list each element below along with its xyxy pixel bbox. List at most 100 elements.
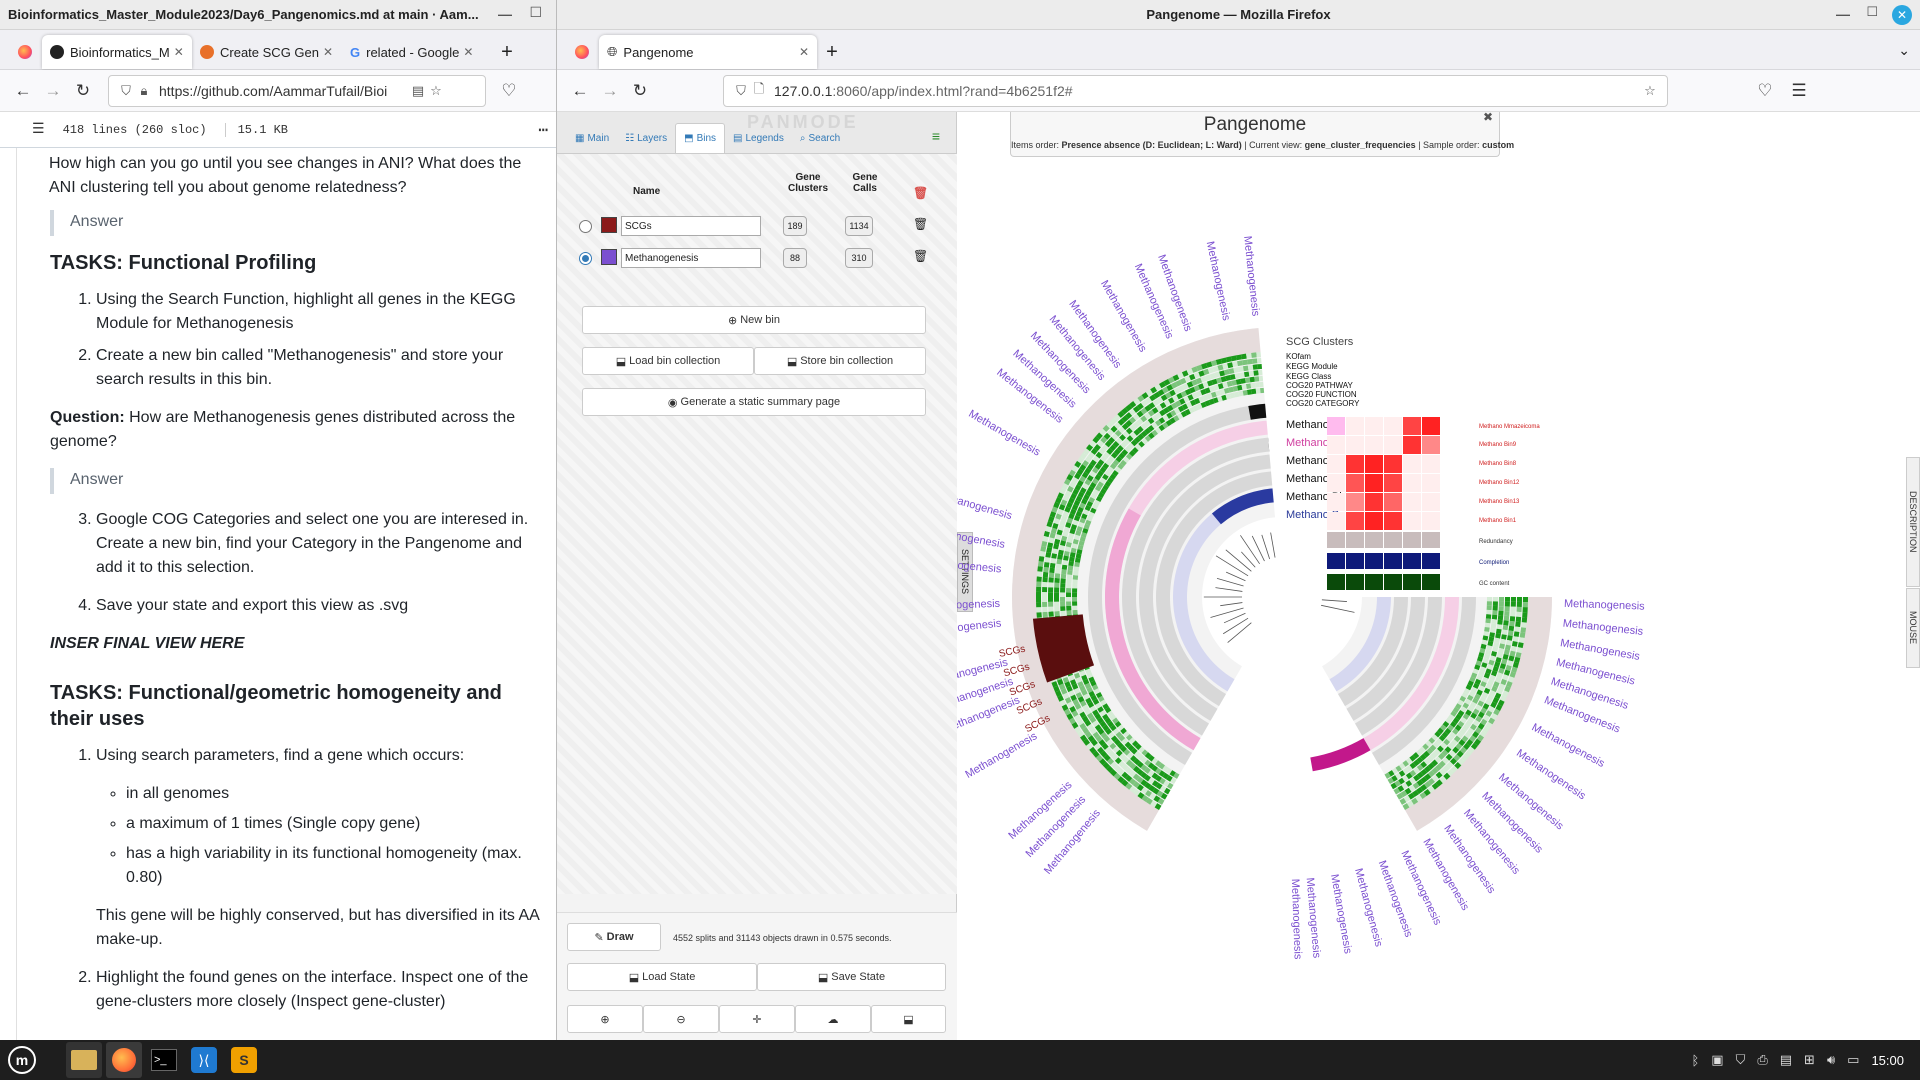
bookmark-star-icon[interactable]: ☆ bbox=[1641, 82, 1659, 100]
close-icon[interactable]: ✕ bbox=[463, 45, 473, 59]
description-toggle[interactable]: DESCRIPTION bbox=[1906, 457, 1920, 587]
left-url-text: https://github.com/AammarTufail/Bioi bbox=[159, 82, 388, 99]
terminal-icon[interactable]: >_ bbox=[146, 1042, 182, 1078]
zoom-in-button[interactable]: ⊕ bbox=[567, 1005, 643, 1033]
reader-view-icon[interactable]: ▤ bbox=[409, 82, 427, 100]
bluetooth-icon[interactable]: ᛒ bbox=[1691, 1053, 1699, 1068]
export-button[interactable]: ⬓ bbox=[871, 1005, 946, 1033]
mint-menu-icon[interactable]: m bbox=[4, 1042, 40, 1078]
zoom-out-button[interactable]: ⊖ bbox=[643, 1005, 719, 1033]
reload-icon[interactable]: ↻ bbox=[68, 76, 98, 106]
printer-icon[interactable]: ⎙ bbox=[1757, 1052, 1767, 1068]
bookmark-star-icon[interactable]: ☆ bbox=[427, 82, 445, 100]
firefox-view-icon[interactable] bbox=[8, 35, 42, 69]
left-url-bar[interactable]: ⛉ 🔒︎ https://github.com/AammarTufail/Bio… bbox=[108, 74, 486, 107]
battery-icon[interactable]: ▭ bbox=[1847, 1052, 1859, 1068]
close-icon[interactable]: ✕ bbox=[174, 45, 184, 59]
load-state-button[interactable]: ⬓ Load State bbox=[567, 963, 757, 991]
dendrogram-branch bbox=[1261, 534, 1271, 560]
bin-radio[interactable] bbox=[579, 220, 592, 233]
bin-color-swatch[interactable] bbox=[601, 249, 617, 265]
firefox-view-icon[interactable] bbox=[565, 35, 599, 69]
delete-bin-icon[interactable]: 🗑︎ bbox=[913, 217, 928, 231]
center-button[interactable]: ✛ bbox=[719, 1005, 795, 1033]
delete-bin-icon[interactable]: 🗑︎ bbox=[913, 249, 928, 263]
new-tab-button[interactable]: + bbox=[492, 35, 522, 69]
back-icon[interactable]: ← bbox=[565, 76, 595, 106]
hamburger-icon[interactable]: ≡ bbox=[932, 128, 940, 144]
sublime-icon[interactable]: S bbox=[226, 1042, 262, 1078]
annotation-cell bbox=[1060, 592, 1066, 597]
back-icon[interactable]: ← bbox=[8, 76, 38, 106]
tab-bins[interactable]: ⬒ Bins bbox=[675, 123, 726, 153]
minimize-icon[interactable]: — bbox=[498, 6, 512, 22]
question-2: Question: How are Methanogenesis genes d… bbox=[50, 406, 546, 454]
lock-icon: 🔒︎ bbox=[140, 82, 148, 98]
annotation-cell bbox=[1057, 554, 1063, 560]
mouse-toggle[interactable]: MOUSE bbox=[1906, 588, 1920, 668]
pocket-icon[interactable]: ♡ bbox=[1750, 76, 1780, 106]
maximize-icon[interactable]: ☐ bbox=[529, 4, 542, 21]
tab-layers[interactable]: ☷ Layers bbox=[617, 123, 675, 153]
save-state-button[interactable]: ⬓ Save State bbox=[757, 963, 946, 991]
annotation-cell bbox=[1054, 601, 1060, 607]
heatmap-bar bbox=[1422, 553, 1440, 569]
forward-icon[interactable]: → bbox=[595, 76, 625, 106]
load-bin-collection-button[interactable]: ⬓ Load bin collection bbox=[582, 347, 754, 375]
tab-main[interactable]: ▦ Main bbox=[567, 123, 617, 153]
annotation-cell bbox=[1042, 611, 1048, 618]
annotation-cell bbox=[1050, 557, 1057, 564]
bin-name-input[interactable]: SCGs bbox=[621, 216, 761, 236]
new-bin-button[interactable]: ⊕ New bin bbox=[582, 306, 926, 334]
new-tab-button[interactable]: + bbox=[817, 35, 847, 69]
tab-chatgpt[interactable]: Create SCG Gen ✕ bbox=[192, 35, 342, 69]
annotation-cell bbox=[1492, 605, 1498, 611]
close-icon[interactable]: ✕ bbox=[323, 45, 333, 59]
generate-summary-button[interactable]: ◉ Generate a static summary page bbox=[582, 388, 926, 416]
draw-button[interactable]: ✎ Draw bbox=[567, 923, 661, 951]
bin-color-swatch[interactable] bbox=[601, 217, 617, 233]
annotation-cell bbox=[1066, 610, 1072, 616]
store-bin-collection-button[interactable]: ⬓ Store bin collection bbox=[754, 347, 926, 375]
layer-label-kegg-class: KEGG Class bbox=[1286, 372, 1331, 381]
bin-radio-selected[interactable] bbox=[579, 252, 592, 265]
firefox-taskbar-icon[interactable] bbox=[106, 1042, 142, 1078]
heatmap-cell bbox=[1327, 493, 1345, 511]
right-url-bar[interactable]: ⛉ 🗋︎ 127.0.0.1:8060/app/index.html?rand=… bbox=[723, 74, 1668, 107]
vscode-icon[interactable]: ⟩⟨ bbox=[186, 1042, 222, 1078]
annotation-cell bbox=[1485, 618, 1491, 624]
bins-panel: PANMODE ▦ Main ☷ Layers ⬒ Bins ▤ Legends ⌕ Se… bbox=[557, 112, 957, 1040]
clipboard-icon[interactable]: ▣ bbox=[1711, 1052, 1723, 1068]
tab-pangenome[interactable]: 🌐︎ Pangenome ✕ bbox=[599, 35, 817, 69]
heatmap-cell bbox=[1403, 417, 1421, 435]
menu-icon[interactable]: ☰ bbox=[1784, 76, 1814, 106]
pocket-icon[interactable]: ♡ bbox=[494, 76, 524, 106]
files-icon[interactable] bbox=[66, 1042, 102, 1078]
more-options-icon[interactable]: ⋯ bbox=[538, 120, 548, 140]
tab-github[interactable]: Bioinformatics_M ✕ bbox=[42, 35, 192, 69]
reload-icon[interactable]: ↻ bbox=[625, 76, 655, 106]
volume-icon[interactable]: 🔊︎ bbox=[1827, 1052, 1835, 1068]
tab-google[interactable]: G related - Google ✕ bbox=[342, 35, 492, 69]
forward-icon[interactable]: → bbox=[38, 76, 68, 106]
close-icon[interactable]: ✕ bbox=[799, 45, 809, 59]
outline-icon[interactable]: ☰ bbox=[32, 121, 45, 138]
share-button[interactable]: ☁ bbox=[795, 1005, 871, 1033]
annotation-cell bbox=[1066, 578, 1072, 584]
close-window-icon[interactable]: ✕ bbox=[1892, 5, 1912, 25]
shield-icon[interactable]: ⛉ bbox=[1736, 1052, 1746, 1068]
delete-all-icon[interactable]: 🗑︎ bbox=[913, 186, 928, 200]
close-title-icon[interactable]: ✖ bbox=[1483, 110, 1493, 124]
annotation-cell bbox=[1498, 610, 1504, 616]
annotation-cell bbox=[1042, 586, 1048, 593]
network-icon[interactable]: ⊞ bbox=[1804, 1052, 1815, 1068]
pangenome-canvas[interactable]: MethanogenesisMethanogenesisMethanogenes… bbox=[957, 112, 1920, 1040]
annotation-cell bbox=[1038, 555, 1045, 562]
bin-name-input[interactable]: Methanogenesis bbox=[621, 248, 761, 268]
maximize-icon[interactable]: ☐ bbox=[1866, 4, 1878, 20]
notes-icon[interactable]: ▤ bbox=[1780, 1052, 1792, 1068]
annotation-cell bbox=[1244, 377, 1251, 384]
heatmap-bar bbox=[1346, 532, 1364, 548]
minimize-icon[interactable]: — bbox=[1836, 6, 1850, 22]
list-all-tabs-icon[interactable]: ⌄ bbox=[1898, 42, 1910, 59]
